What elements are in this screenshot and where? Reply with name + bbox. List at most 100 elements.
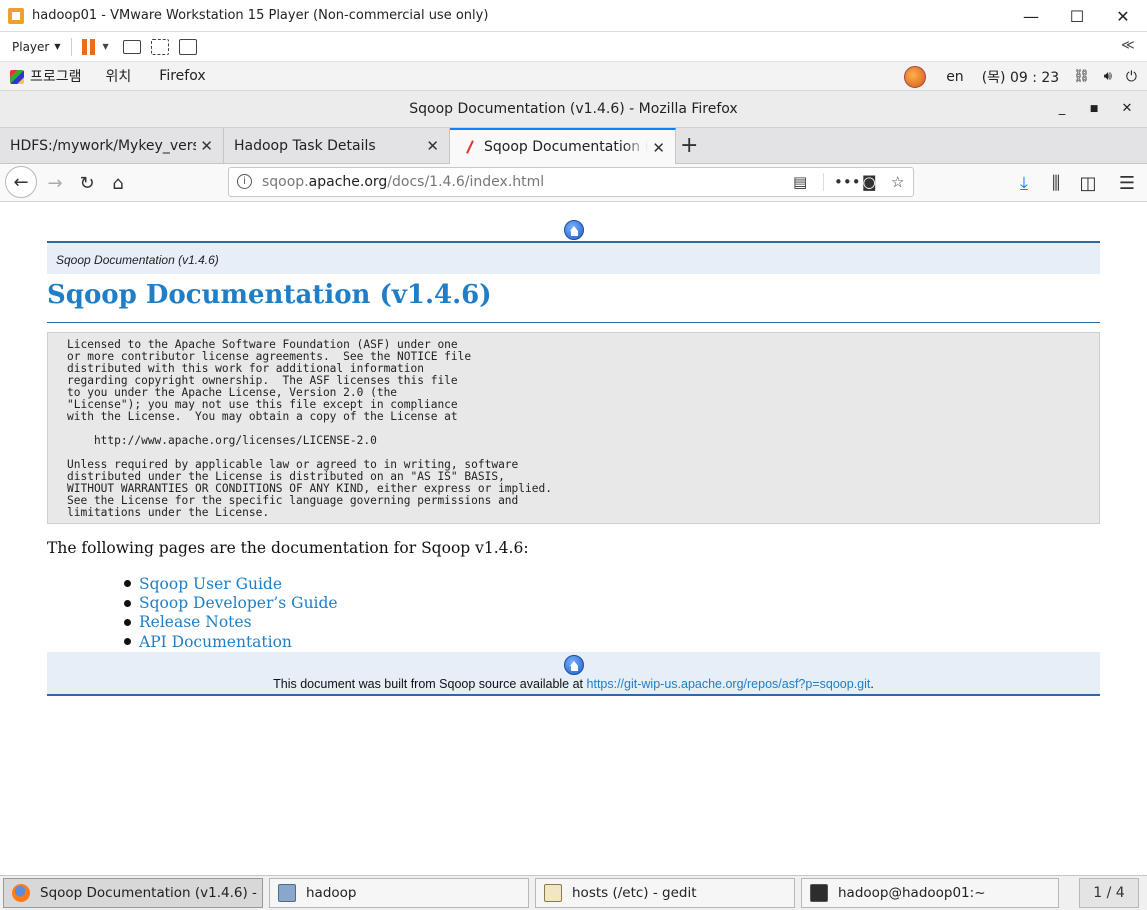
sqoop-user-guide-link[interactable]: Sqoop User Guide bbox=[139, 575, 282, 593]
vmware-window-title: hadoop01 - VMware Workstation 15 Player … bbox=[32, 8, 489, 23]
close-icon[interactable]: ✕ bbox=[426, 137, 439, 155]
arrow-left-icon: ← bbox=[13, 171, 29, 193]
terminal-icon bbox=[810, 884, 828, 902]
home-outline-icon: ⌂ bbox=[112, 172, 124, 194]
list-item: Sqoop Developer’s Guide bbox=[124, 593, 338, 612]
chevron-down-icon: ▼ bbox=[54, 42, 61, 51]
license-block: Licensed to the Apache Software Foundati… bbox=[47, 332, 1100, 524]
close-icon[interactable]: ✕ bbox=[652, 139, 665, 157]
bookmark-star-icon[interactable]: ☆ bbox=[891, 173, 904, 191]
navigation-toolbar: ← → ↻ ⌂ i sqoop.apache.org/docs/1.4.6/in… bbox=[0, 164, 1147, 202]
update-notifier-icon[interactable] bbox=[904, 65, 927, 88]
input-language-indicator[interactable]: en bbox=[946, 69, 964, 85]
tab-label: Sqoop Documentation (v1.4.6) bbox=[484, 139, 648, 155]
pause-dropdown-icon[interactable]: ▼ bbox=[103, 42, 109, 51]
sqoop-developer-guide-link[interactable]: Sqoop Developer’s Guide bbox=[139, 594, 338, 612]
unity-icon[interactable] bbox=[178, 38, 197, 55]
bullet bbox=[124, 580, 131, 588]
sqoop-git-link[interactable]: https://git-wip-us.apache.org/repos/asf?… bbox=[587, 677, 871, 691]
firefox-icon bbox=[12, 884, 30, 902]
tab-hadoop-task-details[interactable]: Hadoop Task Details ✕ bbox=[224, 128, 450, 164]
download-icon[interactable]: ⤓ bbox=[1009, 168, 1039, 198]
taskbar-item-firefox[interactable]: Sqoop Documentation (v1.4.6) - M··· bbox=[3, 878, 263, 908]
reload-icon: ↻ bbox=[79, 172, 95, 194]
api-documentation-link[interactable]: API Documentation bbox=[139, 633, 292, 651]
firefox-maximize-icon[interactable]: ■ bbox=[1084, 104, 1104, 114]
list-item: API Documentation bbox=[124, 632, 338, 651]
vmware-titlebar: hadoop01 - VMware Workstation 15 Player … bbox=[0, 0, 1147, 32]
file-manager-icon bbox=[278, 884, 296, 902]
bullet bbox=[124, 618, 131, 626]
minimize-button[interactable]: — bbox=[1008, 0, 1054, 32]
vmware-logo-icon bbox=[8, 7, 24, 24]
player-menu-button[interactable]: Player ▼ bbox=[12, 40, 61, 54]
page-actions-icon[interactable]: ••• bbox=[834, 173, 861, 191]
reader-view-icon[interactable]: ▤ bbox=[793, 173, 807, 191]
close-icon[interactable]: ✕ bbox=[200, 137, 213, 155]
volume-icon[interactable]: 🔊︎ bbox=[1104, 69, 1112, 84]
library-icon[interactable]: ⫼ bbox=[1041, 168, 1071, 198]
send-ctrl-alt-del-icon[interactable] bbox=[122, 39, 141, 54]
site-info-icon[interactable]: i bbox=[237, 174, 252, 189]
documentation-list: Sqoop User Guide Sqoop Developer’s Guide… bbox=[124, 574, 338, 652]
network-icon[interactable]: ⛓ bbox=[1073, 69, 1090, 84]
home-icon[interactable] bbox=[564, 220, 584, 240]
panel-clock[interactable]: (목) 09 : 23 bbox=[982, 67, 1060, 87]
tab-strip: HDFS:/mywork/Mykey_version ✕ Hadoop Task… bbox=[0, 128, 1147, 164]
close-icon: ✕ bbox=[1116, 6, 1130, 26]
taskbar-item-terminal[interactable]: hadoop@hadoop01:~ bbox=[801, 878, 1059, 908]
url-bar[interactable]: i sqoop.apache.org/docs/1.4.6/index.html… bbox=[228, 167, 914, 197]
taskbar-item-label: hadoop@hadoop01:~ bbox=[838, 885, 986, 901]
workspace-switcher[interactable]: 1 / 4 bbox=[1079, 878, 1139, 908]
collapse-toolbar-icon[interactable]: ≪ bbox=[1121, 38, 1135, 53]
firefox-window-title: Sqoop Documentation (v1.4.6) - Mozilla F… bbox=[409, 101, 738, 117]
taskbar-item-gedit[interactable]: hosts (/etc) - gedit bbox=[535, 878, 795, 908]
forward-button[interactable]: → bbox=[40, 168, 70, 198]
tab-sqoop-documentation[interactable]: Sqoop Documentation (v1.4.6) ✕ bbox=[450, 128, 676, 164]
home-button[interactable]: ⌂ bbox=[103, 168, 133, 198]
fullscreen-icon[interactable] bbox=[150, 38, 169, 55]
pocket-icon[interactable]: ◙ bbox=[862, 173, 877, 191]
minimize-icon: — bbox=[1023, 6, 1039, 26]
footer-home-icon[interactable] bbox=[564, 655, 584, 675]
arrow-right-icon: → bbox=[47, 172, 63, 194]
sidebar-icon[interactable]: ◫ bbox=[1073, 168, 1103, 198]
footer-text: This document was built from Sqoop sourc… bbox=[273, 677, 874, 691]
release-notes-link[interactable]: Release Notes bbox=[139, 613, 252, 631]
firefox-menu[interactable]: Firefox bbox=[159, 68, 205, 84]
tab-label: Hadoop Task Details bbox=[234, 138, 376, 154]
pause-icon[interactable] bbox=[81, 38, 95, 55]
firefox-close-icon[interactable]: ✕ bbox=[1117, 101, 1137, 116]
gnome-top-panel: 프로그램 위치 Firefox en (목) 09 : 23 ⛓ 🔊︎ ⏻ bbox=[0, 62, 1147, 91]
sqoop-favicon-icon bbox=[464, 140, 476, 154]
reload-button[interactable]: ↻ bbox=[72, 168, 102, 198]
places-menu[interactable]: 위치 bbox=[106, 66, 132, 86]
page-title: Sqoop Documentation (v1.4.6) bbox=[47, 280, 492, 310]
list-item: Release Notes bbox=[124, 613, 338, 632]
player-menu-label: Player bbox=[12, 39, 50, 54]
tab-hdfs[interactable]: HDFS:/mywork/Mykey_version ✕ bbox=[0, 128, 224, 164]
taskbar-item-label: hosts (/etc) - gedit bbox=[572, 885, 697, 901]
list-item: Sqoop User Guide bbox=[124, 574, 338, 593]
close-button[interactable]: ✕ bbox=[1100, 0, 1146, 32]
new-tab-button[interactable]: + bbox=[680, 133, 698, 158]
navheader-title: Sqoop Documentation (v1.4.6) bbox=[56, 253, 219, 267]
firefox-minimize-icon[interactable]: _ bbox=[1052, 101, 1072, 116]
hamburger-menu-icon[interactable]: ☰ bbox=[1112, 168, 1142, 198]
navfooter: This document was built from Sqoop sourc… bbox=[47, 652, 1100, 696]
title-divider bbox=[47, 322, 1100, 323]
power-icon[interactable]: ⏻ bbox=[1126, 69, 1137, 85]
page-content: Sqoop Documentation (v1.4.6) Sqoop Docum… bbox=[0, 202, 1147, 875]
url-text[interactable]: sqoop.apache.org/docs/1.4.6/index.html bbox=[262, 174, 544, 190]
back-button[interactable]: ← bbox=[5, 166, 37, 198]
taskbar-item-label: hadoop bbox=[306, 885, 357, 901]
applications-menu[interactable]: 프로그램 bbox=[10, 66, 82, 86]
bullet bbox=[124, 638, 131, 646]
maximize-button[interactable]: ☐ bbox=[1054, 0, 1100, 32]
maximize-icon: ☐ bbox=[1069, 6, 1085, 26]
navheader: Sqoop Documentation (v1.4.6) bbox=[47, 241, 1100, 274]
taskbar-item-label: Sqoop Documentation (v1.4.6) - M··· bbox=[40, 885, 263, 901]
taskbar-item-file-manager[interactable]: hadoop bbox=[269, 878, 529, 908]
toolbar-divider bbox=[70, 37, 72, 56]
intro-paragraph: The following pages are the documentatio… bbox=[47, 539, 529, 557]
